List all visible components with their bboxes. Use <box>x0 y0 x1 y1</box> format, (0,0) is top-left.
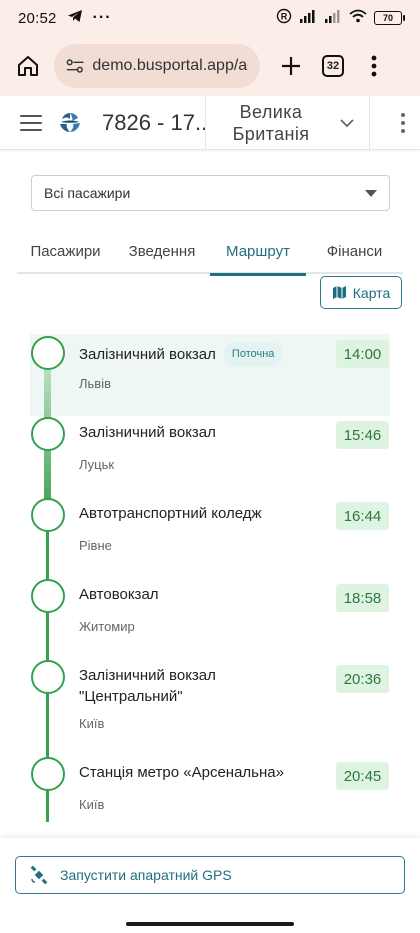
country-line-2: Британія <box>232 124 310 144</box>
tab-bar: Пасажири Зведення Маршрут Фінанси <box>17 228 403 276</box>
stop-time: 14:00 <box>336 340 389 368</box>
route-timeline: Залізничний вокзал Поточна Львів 14:00 За… <box>0 334 420 834</box>
stop-time: 18:58 <box>336 584 389 612</box>
gesture-handle[interactable] <box>126 922 294 926</box>
map-button-label: Карта <box>352 284 391 301</box>
stop-name: Залізничний вокзал <box>79 424 216 441</box>
signal-icon <box>299 9 317 27</box>
tab-route[interactable]: Маршрут <box>210 228 306 276</box>
caret-down-icon <box>365 189 377 197</box>
url-text[interactable]: demo.busportal.app/adr <box>92 57 248 75</box>
stop-city: Луцьк <box>79 457 115 472</box>
stop-name: Залізничний вокзал Поточна <box>79 342 324 367</box>
battery-level: 70 <box>382 13 393 23</box>
passenger-filter-select[interactable]: Всі пасажири <box>31 175 390 211</box>
map-button[interactable]: Карта <box>320 276 402 309</box>
tab-switcher-button[interactable]: 32 <box>322 55 344 77</box>
home-button[interactable] <box>12 50 44 82</box>
stop-marker <box>31 498 65 532</box>
trip-title: 7826 - 17... <box>102 109 206 135</box>
status-time: 20:52 <box>18 9 57 27</box>
more-options-icon[interactable] <box>400 113 406 133</box>
bottom-action-bar: Запустити апаратний GPS <box>0 838 420 918</box>
stop-marker <box>31 579 65 613</box>
stop-city: Київ <box>79 797 105 812</box>
country-line-1: Велика <box>239 102 303 122</box>
chevron-down-icon <box>336 112 358 134</box>
stop-time: 20:36 <box>336 665 389 693</box>
address-bar[interactable]: demo.busportal.app/adr <box>54 44 260 88</box>
stop-time: 16:44 <box>336 502 389 530</box>
stop-city: Львів <box>79 376 112 391</box>
status-bar: 20:52 ··· R 70 <box>0 0 420 36</box>
tab-finances[interactable]: Фінанси <box>306 228 403 274</box>
vertical-dots-icon <box>371 55 377 77</box>
battery-icon: 70 <box>374 11 405 25</box>
stop-marker <box>31 757 65 791</box>
browser-toolbar: demo.busportal.app/adr 32 <box>0 36 420 96</box>
menu-icon[interactable] <box>20 114 42 131</box>
browser-menu-button[interactable] <box>364 51 384 81</box>
stop-name: Автовокзал <box>79 586 159 603</box>
registered-icon: R <box>276 8 292 28</box>
logo-icon <box>60 112 80 132</box>
country-select[interactable]: Велика Британія <box>205 96 370 150</box>
home-icon <box>18 56 38 76</box>
stop-name-text: Залізничний вокзал <box>79 346 216 363</box>
stop-city: Рівне <box>79 538 112 553</box>
more-notifications-icon: ··· <box>92 9 112 26</box>
stop-name: Автотранспортний коледж <box>79 505 262 522</box>
plus-icon <box>282 57 300 75</box>
stop-time: 15:46 <box>336 421 389 449</box>
stop-time: 20:45 <box>336 762 389 790</box>
signal-icon-2 <box>324 9 342 27</box>
telegram-icon <box>67 9 83 27</box>
start-gps-button[interactable]: Запустити апаратний GPS <box>15 856 405 894</box>
stop-city: Житомир <box>79 619 135 634</box>
app-header: 7826 - 17... Велика Британія <box>0 96 420 150</box>
stop-marker <box>31 336 65 370</box>
passenger-filter-value: Всі пасажири <box>44 185 131 201</box>
stop-name: Станція метро «Арсенальна» <box>79 764 284 781</box>
map-icon <box>332 286 346 299</box>
new-tab-button[interactable] <box>276 51 306 81</box>
satellite-icon <box>30 866 48 884</box>
gesture-nav-bar <box>0 918 420 933</box>
tab-passengers[interactable]: Пасажири <box>17 228 114 274</box>
stop-marker <box>31 417 65 451</box>
wifi-icon <box>349 9 367 27</box>
stop-city: Київ <box>79 716 105 731</box>
site-settings-icon[interactable] <box>66 58 84 74</box>
current-stop-badge: Поточна <box>223 342 283 367</box>
tab-summary[interactable]: Зведення <box>114 228 210 274</box>
svg-text:R: R <box>281 12 288 22</box>
stop-name: Залізничний вокзал "Центральний" <box>79 667 216 705</box>
start-gps-label: Запустити апаратний GPS <box>60 867 232 883</box>
stop-marker <box>31 660 65 694</box>
